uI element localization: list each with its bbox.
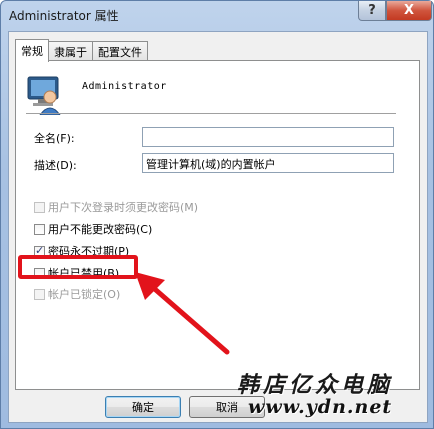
user-icon: [27, 76, 61, 115]
dialog-window: Administrator 属性 ? X 常规 隶属于 配置文件 Adminis…: [0, 0, 434, 429]
fullname-label: 全名(F):: [34, 132, 75, 145]
description-input[interactable]: 管理计算机(域)的内置帐户: [142, 153, 394, 173]
user-name: Administrator: [82, 81, 167, 92]
help-button[interactable]: ?: [358, 1, 386, 21]
close-button[interactable]: X: [386, 1, 432, 21]
option-cannot-change-password[interactable]: 用户不能更改密码(C): [34, 221, 152, 237]
tab-member-of[interactable]: 隶属于: [48, 41, 93, 61]
option-label: 用户不能更改密码(C): [48, 223, 153, 236]
divider: [26, 113, 396, 114]
dialog-client-area: 常规 隶属于 配置文件 Administrator 全名(F): 描述(D): …: [8, 31, 428, 423]
option-must-change-password[interactable]: 用户下次登录时须更改密码(M): [34, 199, 198, 215]
checkbox[interactable]: [34, 201, 45, 213]
tab-strip: 常规 隶属于 配置文件: [15, 39, 148, 62]
checkbox[interactable]: [34, 223, 45, 235]
ok-button[interactable]: 确定: [105, 396, 181, 418]
title-bar[interactable]: Administrator 属性 ? X: [1, 1, 433, 31]
tab-general[interactable]: 常规: [15, 39, 49, 62]
option-account-locked[interactable]: 帐户已锁定(O): [34, 286, 120, 302]
tab-profile[interactable]: 配置文件: [92, 41, 148, 61]
window-title: Administrator 属性: [9, 9, 119, 23]
checkbox[interactable]: [34, 288, 45, 300]
pointer-arrow-icon: [135, 272, 230, 355]
watermark-brand: 韩店亿众电脑: [237, 372, 394, 398]
option-label: 帐户已锁定(O): [48, 288, 121, 301]
option-label: 用户下次登录时须更改密码(M): [48, 201, 199, 214]
fullname-input[interactable]: [142, 127, 394, 147]
watermark-url: www.ydn.net: [248, 396, 393, 418]
highlight-box: [18, 255, 138, 279]
description-label: 描述(D):: [34, 159, 77, 172]
